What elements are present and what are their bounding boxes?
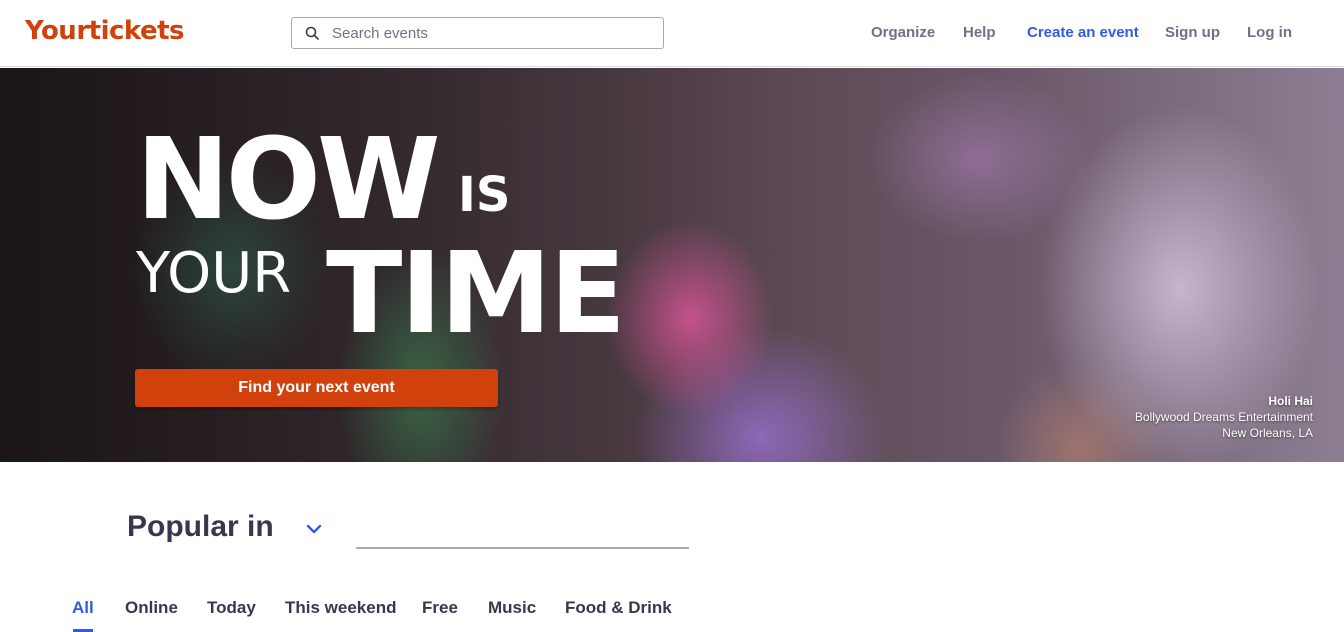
hero-banner: NOW IS YOUR TIME Find your next event Ho… [0,68,1344,462]
tab-free[interactable]: Free [422,598,458,618]
find-next-event-button[interactable]: Find your next event [135,369,498,407]
tab-online[interactable]: Online [125,598,178,618]
category-tabs: All Online Today This weekend Free Music… [0,596,1344,632]
credit-location: New Orleans, LA [1222,426,1313,440]
credit-event-name: Holi Hai [1268,394,1313,408]
search-bar[interactable] [291,17,664,49]
chevron-down-icon[interactable] [302,517,326,541]
tab-music[interactable]: Music [488,598,536,618]
site-logo[interactable]: Yourtickets [25,16,185,46]
headline-your: YOUR [136,241,292,306]
nav-organize[interactable]: Organize [871,24,935,41]
headline-is: IS [458,167,511,223]
tab-food-drink[interactable]: Food & Drink [565,598,672,618]
headline-time: TIME [326,229,626,359]
search-input[interactable] [332,19,663,47]
tab-today[interactable]: Today [207,598,256,618]
hero-event-credit[interactable]: Holi Hai Bollywood Dreams Entertainment … [1135,393,1313,441]
location-input[interactable] [356,547,689,549]
tab-this-weekend[interactable]: This weekend [285,598,396,618]
popular-in-heading: Popular in [127,510,274,543]
nav-create-event[interactable]: Create an event [1027,24,1139,41]
nav-log-in[interactable]: Log in [1247,24,1292,41]
headline-now: NOW [136,115,440,245]
search-icon [292,18,332,48]
nav-sign-up[interactable]: Sign up [1165,24,1220,41]
credit-organizer: Bollywood Dreams Entertainment [1134,410,1313,424]
nav-help[interactable]: Help [963,24,996,41]
site-header: Yourtickets Organize Help Create an even… [0,0,1344,67]
tab-all[interactable]: All [72,598,94,618]
